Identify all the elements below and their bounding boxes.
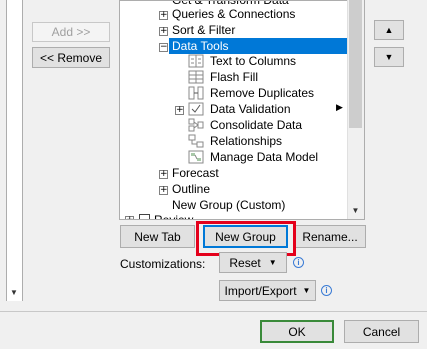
tree-scroll-thumb[interactable]: [349, 0, 362, 128]
tree-item-forecast[interactable]: Forecast: [172, 165, 219, 181]
triangle-up-icon: ▲: [384, 25, 394, 35]
customizations-label: Customizations:: [120, 257, 206, 271]
import-export-dropdown[interactable]: Import/Export ▼: [219, 280, 316, 301]
rename-button[interactable]: Rename...: [294, 225, 366, 248]
dropdown-arrow-icon: ▼: [302, 286, 311, 295]
triangle-down-icon: ▼: [384, 52, 394, 62]
remove-duplicates-icon: [188, 86, 204, 100]
tree-item-data-tools[interactable]: Data Tools: [169, 38, 355, 54]
consolidate-data-icon: [188, 118, 204, 132]
expand-plus-icon[interactable]: +: [159, 11, 168, 20]
manage-data-model-icon: [188, 150, 204, 164]
ribbon-tree[interactable]: Get & Transform Data + Queries & Connect…: [119, 0, 365, 220]
expand-plus-icon[interactable]: +: [159, 27, 168, 36]
cancel-button[interactable]: Cancel: [344, 320, 419, 343]
tree-item-data-validation[interactable]: Data Validation: [210, 101, 291, 117]
tree-item-new-group-custom[interactable]: New Group (Custom): [172, 197, 285, 213]
import-export-label: Import/Export: [224, 283, 297, 298]
commands-list[interactable]: [6, 0, 23, 301]
checkbox-review[interactable]: [139, 214, 150, 219]
expand-plus-icon[interactable]: +: [159, 186, 168, 195]
tree-item-sort-filter[interactable]: Sort & Filter: [172, 22, 235, 38]
tree-item-remove-duplicates[interactable]: Remove Duplicates: [210, 85, 314, 101]
tree-item-consolidate-data[interactable]: Consolidate Data: [210, 117, 302, 133]
submenu-arrow-icon: ▶: [336, 102, 343, 112]
info-icon[interactable]: i: [321, 285, 332, 296]
info-icon[interactable]: i: [293, 257, 304, 268]
expand-plus-icon[interactable]: +: [175, 106, 184, 115]
move-up-button[interactable]: ▲: [374, 20, 404, 40]
dropdown-arrow-icon: ▼: [268, 258, 277, 267]
relationships-icon: [188, 134, 204, 148]
tree-item-flash-fill[interactable]: Flash Fill: [210, 69, 258, 85]
footer-divider: [0, 311, 427, 312]
flash-fill-icon: [188, 70, 204, 84]
new-tab-button[interactable]: New Tab: [120, 225, 195, 248]
tree-item-outline[interactable]: Outline: [172, 181, 210, 197]
collapse-minus-icon[interactable]: −: [159, 43, 168, 52]
tree-item-queries-connections[interactable]: Queries & Connections: [172, 6, 295, 22]
tree-item-relationships[interactable]: Relationships: [210, 133, 282, 149]
tree-scroll-down-icon[interactable]: ▼: [347, 202, 364, 219]
expand-plus-icon[interactable]: +: [125, 216, 134, 219]
add-button[interactable]: Add >>: [32, 22, 110, 42]
tree-item-text-to-columns[interactable]: Text to Columns: [210, 53, 296, 69]
commands-scroll-down-icon[interactable]: ▼: [6, 284, 22, 301]
tree-item-manage-data-model[interactable]: Manage Data Model: [210, 149, 318, 165]
highlight-outline: [196, 221, 296, 256]
text-to-columns-icon: [188, 54, 204, 68]
data-validation-icon: [188, 102, 204, 116]
tree-item-review[interactable]: Review: [154, 212, 193, 219]
remove-button[interactable]: << Remove: [32, 47, 110, 68]
move-down-button[interactable]: ▼: [374, 47, 404, 67]
ok-button[interactable]: OK: [260, 320, 334, 343]
reset-dropdown[interactable]: Reset ▼: [219, 252, 287, 273]
expand-plus-icon[interactable]: +: [159, 170, 168, 179]
reset-label: Reset: [229, 255, 261, 270]
